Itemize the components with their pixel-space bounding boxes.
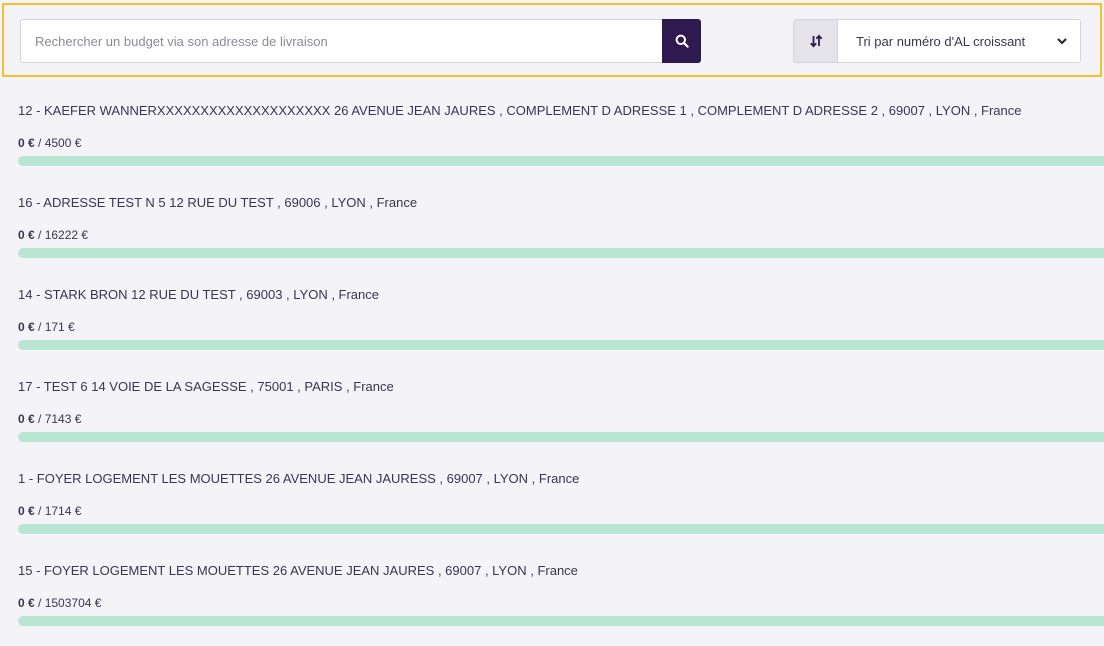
budget-amount: 0 € / 7143 €: [18, 412, 81, 426]
chevron-down-icon: [1057, 38, 1067, 45]
budget-total: / 171 €: [38, 320, 75, 334]
budget-total: / 1714 €: [38, 504, 82, 518]
budget-total: / 16222 €: [38, 228, 89, 242]
budget-spent: 0 €: [18, 412, 35, 426]
sort-arrows-icon: [809, 34, 822, 48]
budget-address: 15 - FOYER LOGEMENT LES MOUETTES 26 AVEN…: [18, 563, 578, 578]
budget-progress-bar: [18, 524, 1104, 534]
sort-direction-toggle[interactable]: [793, 19, 837, 63]
sort-order-select[interactable]: Tri par numéro d'AL croissant: [837, 19, 1081, 63]
budget-progress-bar: [18, 432, 1104, 442]
budget-address: 17 - TEST 6 14 VOIE DE LA SAGESSE , 7500…: [18, 379, 394, 394]
budget-total: / 1503704 €: [38, 596, 102, 610]
budget-amount: 0 € / 1714 €: [18, 504, 81, 518]
budget-list-item[interactable]: 14 - STARK BRON 12 RUE DU TEST , 69003 ,…: [0, 262, 1104, 354]
budget-list: 12 - KAEFER WANNERXXXXXXXXXXXXXXXXXXXX 2…: [0, 78, 1104, 630]
search-input[interactable]: [20, 19, 662, 63]
budget-spent: 0 €: [18, 504, 35, 518]
budget-spent: 0 €: [18, 228, 35, 242]
budget-amount: 0 € / 16222 €: [18, 228, 88, 242]
budget-address: 16 - ADRESSE TEST N 5 12 RUE DU TEST , 6…: [18, 195, 418, 210]
budget-amount: 0 € / 4500 €: [18, 136, 81, 150]
budget-amount: 0 € / 1503704 €: [18, 596, 101, 610]
search-icon: [675, 34, 689, 48]
budget-list-item[interactable]: 12 - KAEFER WANNERXXXXXXXXXXXXXXXXXXXX 2…: [0, 78, 1104, 170]
budget-progress-bar: [18, 156, 1104, 166]
budget-list-item[interactable]: 17 - TEST 6 14 VOIE DE LA SAGESSE , 7500…: [0, 354, 1104, 446]
budget-progress-bar: [18, 248, 1104, 258]
budget-progress-bar: [18, 340, 1104, 350]
budget-address: 1 - FOYER LOGEMENT LES MOUETTES 26 AVENU…: [18, 471, 580, 486]
budget-address: 12 - KAEFER WANNERXXXXXXXXXXXXXXXXXXXX 2…: [18, 103, 1022, 118]
budget-amount: 0 € / 171 €: [18, 320, 75, 334]
budget-total: / 7143 €: [38, 412, 82, 426]
search-sort-toolbar: Tri par numéro d'AL croissant: [2, 3, 1102, 77]
budget-total: / 4500 €: [38, 136, 82, 150]
sort-selected-label: Tri par numéro d'AL croissant: [856, 33, 1026, 49]
budget-progress-bar: [18, 616, 1104, 626]
search-button[interactable]: [662, 19, 701, 63]
budget-spent: 0 €: [18, 320, 35, 334]
budget-list-item[interactable]: 16 - ADRESSE TEST N 5 12 RUE DU TEST , 6…: [0, 170, 1104, 262]
budget-list-item[interactable]: 1 - FOYER LOGEMENT LES MOUETTES 26 AVENU…: [0, 446, 1104, 538]
budget-spent: 0 €: [18, 596, 35, 610]
budget-list-item[interactable]: 15 - FOYER LOGEMENT LES MOUETTES 26 AVEN…: [0, 538, 1104, 630]
budget-address: 14 - STARK BRON 12 RUE DU TEST , 69003 ,…: [18, 287, 379, 302]
budget-spent: 0 €: [18, 136, 35, 150]
